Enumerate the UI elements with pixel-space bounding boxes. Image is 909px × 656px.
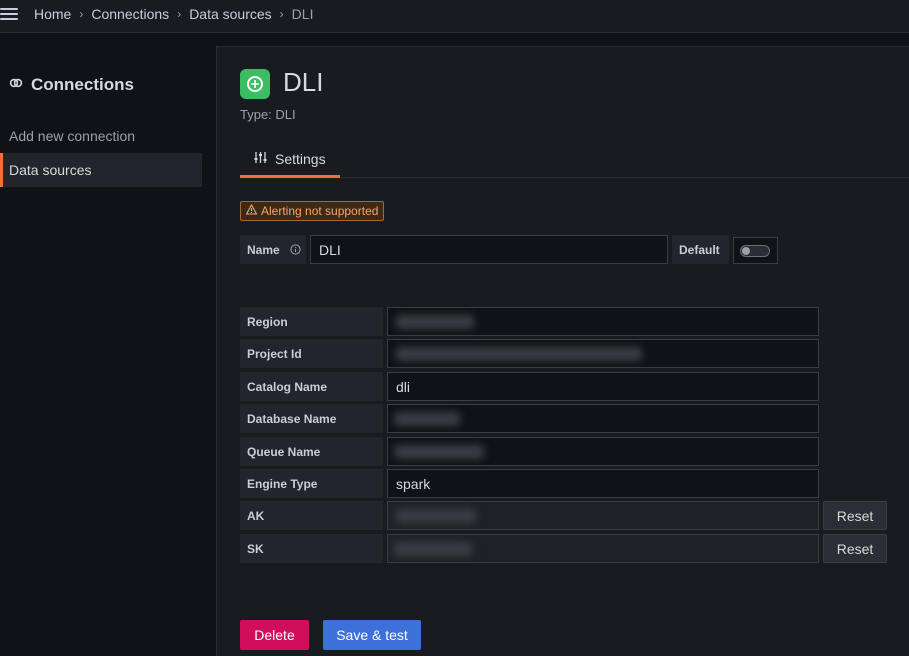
- breadcrumb-connections[interactable]: Connections: [91, 6, 169, 22]
- name-input[interactable]: DLI: [310, 235, 668, 264]
- field-label-engine-type: Engine Type: [240, 469, 383, 498]
- page-title: DLI: [283, 67, 324, 97]
- main-panel: DLI Type: DLI Settings Alerting not supp: [216, 46, 909, 656]
- toggle-track: [740, 245, 770, 257]
- sidebar-item-label: Data sources: [9, 162, 92, 178]
- toggle-knob: [742, 247, 750, 255]
- field-label-sk: SK: [240, 534, 383, 563]
- database-name-input[interactable]: [387, 404, 819, 433]
- chevron-right-icon: ›: [279, 7, 284, 21]
- project-id-input[interactable]: [387, 339, 819, 368]
- catalog-name-input[interactable]: dli: [387, 372, 819, 401]
- top-bar: Home › Connections › Data sources › DLI: [0, 0, 909, 33]
- ak-reset-button[interactable]: Reset: [823, 501, 887, 530]
- sidebar-item-data-sources[interactable]: Data sources: [0, 153, 202, 187]
- region-input[interactable]: [387, 307, 819, 336]
- redacted-value: [394, 444, 484, 459]
- save-and-test-button[interactable]: Save & test: [323, 620, 421, 650]
- sidebar-item-add-new-connection[interactable]: Add new connection: [0, 119, 202, 153]
- redacted-value: [396, 508, 476, 523]
- field-label-catalog-name: Catalog Name: [240, 372, 383, 401]
- breadcrumb-current: DLI: [291, 6, 314, 22]
- chevron-right-icon: ›: [79, 7, 84, 21]
- field-label-ak: AK: [240, 501, 383, 530]
- datasource-logo-icon: [240, 69, 270, 99]
- breadcrumb-home[interactable]: Home: [34, 6, 71, 22]
- redacted-value: [394, 411, 460, 426]
- default-toggle[interactable]: [733, 237, 778, 264]
- name-label-text: Name: [247, 242, 280, 257]
- delete-button[interactable]: Delete: [240, 620, 309, 650]
- field-label-queue-name: Queue Name: [240, 437, 383, 466]
- info-icon[interactable]: [290, 244, 301, 255]
- warning-icon: [245, 203, 258, 218]
- tab-settings[interactable]: Settings: [240, 143, 340, 178]
- tab-bar: Settings: [240, 143, 909, 178]
- alerting-badge-text: Alerting not supported: [261, 204, 379, 218]
- queue-name-input[interactable]: [387, 437, 819, 466]
- field-label-project-id: Project Id: [240, 339, 383, 368]
- tab-label: Settings: [275, 151, 326, 167]
- default-label: Default: [672, 235, 729, 264]
- sidebar-title-text: Connections: [31, 75, 134, 94]
- sk-reset-button[interactable]: Reset: [823, 534, 887, 563]
- redacted-value: [396, 314, 474, 329]
- sidebar-title: Connections: [9, 75, 134, 95]
- sk-input[interactable]: [387, 534, 819, 563]
- datasource-type: Type: DLI: [240, 107, 296, 122]
- alerting-badge: Alerting not supported: [240, 201, 385, 221]
- sidebar-item-label: Add new connection: [9, 128, 136, 144]
- field-label-region: Region: [240, 307, 383, 336]
- breadcrumb-data-sources[interactable]: Data sources: [189, 6, 271, 22]
- sidebar: Connections Add new connection Data sour…: [0, 33, 216, 656]
- link-icon: [9, 75, 23, 95]
- ak-input[interactable]: [387, 501, 819, 530]
- engine-type-input[interactable]: spark: [387, 469, 819, 498]
- field-label-database-name: Database Name: [240, 404, 383, 433]
- name-label: Name: [240, 235, 306, 264]
- redacted-value: [394, 541, 472, 556]
- redacted-value: [396, 346, 642, 361]
- chevron-right-icon: ›: [177, 7, 182, 21]
- sliders-icon: [254, 151, 267, 167]
- menu-icon[interactable]: [0, 7, 20, 23]
- breadcrumb: Home › Connections › Data sources › DLI: [34, 6, 313, 22]
